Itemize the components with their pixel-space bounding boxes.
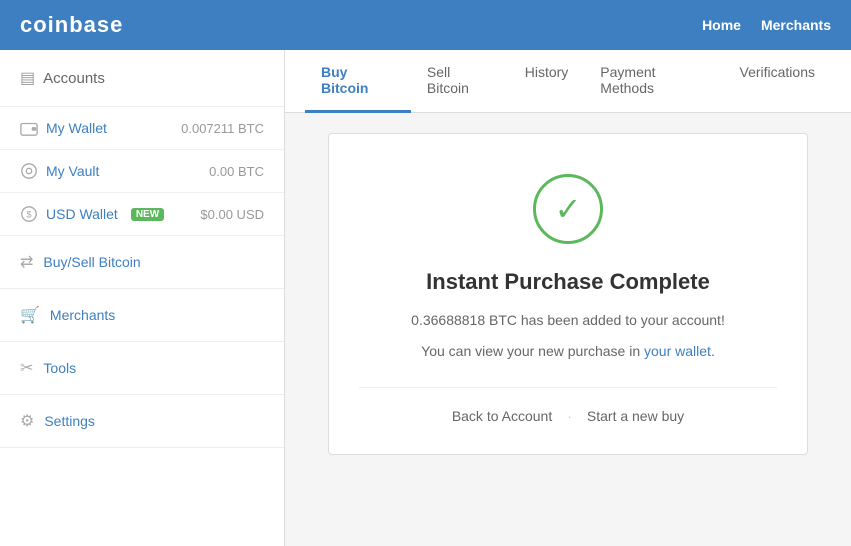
wallet-link[interactable]: your wallet <box>644 343 711 359</box>
sidebar: ▤ Accounts My Wallet 0.007211 BTC My Va <box>0 50 285 546</box>
tab-history[interactable]: History <box>509 50 585 113</box>
sidebar-accounts-header: ▤ Accounts <box>0 50 284 107</box>
my-vault-label: My Vault <box>46 163 99 179</box>
my-vault-amount: 0.00 BTC <box>209 164 264 179</box>
tab-buy-bitcoin[interactable]: Buy Bitcoin <box>305 50 411 113</box>
checkmark-icon: ✓ <box>555 193 582 225</box>
tab-payment-methods[interactable]: Payment Methods <box>584 50 723 113</box>
success-actions: Back to Account · Start a new buy <box>359 408 777 424</box>
buysell-label: Buy/Sell Bitcoin <box>43 254 140 270</box>
tab-verifications[interactable]: Verifications <box>724 50 831 113</box>
start-new-buy-link[interactable]: Start a new buy <box>587 408 684 424</box>
exchange-icon: ⇄ <box>20 252 33 272</box>
usd-wallet-amount: $0.00 USD <box>200 207 264 222</box>
gear-icon: ⚙ <box>20 411 34 431</box>
wallet-icon <box>20 119 38 137</box>
new-badge: NEW <box>131 208 164 221</box>
wallet-text: You can view your new purchase in <box>421 343 644 359</box>
sidebar-item-buysell[interactable]: ⇄ Buy/Sell Bitcoin <box>0 236 284 289</box>
vault-left: My Vault <box>20 162 99 180</box>
usd-wallet-label: USD Wallet <box>46 206 118 222</box>
vault-icon <box>20 162 38 180</box>
content-area: ✓ Instant Purchase Complete 0.36688818 B… <box>285 113 851 475</box>
tabs-bar: Buy Bitcoin Sell Bitcoin History Payment… <box>285 50 851 113</box>
wallet-message: You can view your new purchase in your w… <box>359 341 777 362</box>
home-nav-link[interactable]: Home <box>702 17 741 33</box>
merchants-label: Merchants <box>50 307 115 323</box>
my-vault-item[interactable]: My Vault 0.00 BTC <box>0 150 284 193</box>
back-to-account-link[interactable]: Back to Account <box>452 408 552 424</box>
sidebar-item-merchants[interactable]: 🛒 Merchants <box>0 289 284 342</box>
success-card: ✓ Instant Purchase Complete 0.36688818 B… <box>328 133 808 455</box>
cart-icon: 🛒 <box>20 305 40 325</box>
merchants-nav-link[interactable]: Merchants <box>761 17 831 33</box>
tools-label: Tools <box>43 360 76 376</box>
header-nav: Home Merchants <box>702 17 831 33</box>
success-icon-circle: ✓ <box>533 174 603 244</box>
tools-icon: ✂ <box>20 358 33 378</box>
settings-label: Settings <box>44 413 95 429</box>
success-title: Instant Purchase Complete <box>359 269 777 295</box>
sidebar-item-tools[interactable]: ✂ Tools <box>0 342 284 395</box>
my-wallet-label: My Wallet <box>46 120 107 136</box>
svg-text:$: $ <box>26 210 31 220</box>
usd-left: $ USD Wallet NEW <box>20 205 164 223</box>
my-wallet-amount: 0.007211 BTC <box>181 121 264 136</box>
tab-sell-bitcoin[interactable]: Sell Bitcoin <box>411 50 509 113</box>
app-header: coinbase Home Merchants <box>0 0 851 50</box>
usd-wallet-item[interactable]: $ USD Wallet NEW $0.00 USD <box>0 193 284 236</box>
usd-icon: $ <box>20 205 38 223</box>
sidebar-item-settings[interactable]: ⚙ Settings <box>0 395 284 448</box>
my-wallet-item[interactable]: My Wallet 0.007211 BTC <box>0 107 284 150</box>
folder-icon: ▤ <box>20 68 35 88</box>
action-separator: · <box>567 408 572 424</box>
wallet-left: My Wallet <box>20 119 107 137</box>
divider <box>359 387 777 388</box>
success-message: 0.36688818 BTC has been added to your ac… <box>359 310 777 331</box>
logo: coinbase <box>20 12 123 38</box>
accounts-label: Accounts <box>43 70 105 87</box>
wallet-period: . <box>711 343 715 359</box>
main-content: Buy Bitcoin Sell Bitcoin History Payment… <box>285 50 851 546</box>
main-layout: ▤ Accounts My Wallet 0.007211 BTC My Va <box>0 50 851 546</box>
